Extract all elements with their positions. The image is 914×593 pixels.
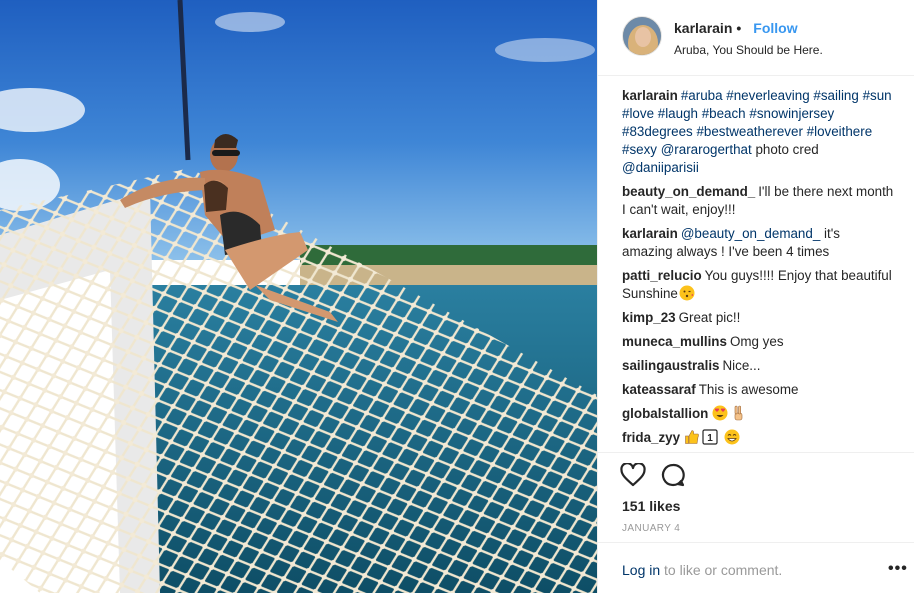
comment-username[interactable]: kimp_23 <box>622 310 676 325</box>
comment-text: photo cred <box>751 142 819 157</box>
comment-item: kateassaraf This is awesome <box>622 381 894 399</box>
login-link[interactable]: Log in <box>622 562 660 578</box>
comment-username[interactable]: karlarain <box>622 226 678 241</box>
comment-item: karlarain @beauty_on_demand_ it's amazing… <box>622 225 894 261</box>
post-side-panel: karlarain • Follow Aruba, You Should be He… <box>597 0 914 593</box>
hashtag-link[interactable]: @rararogerthat <box>661 142 752 157</box>
hashtag-link[interactable]: #83degrees <box>622 124 693 139</box>
comment-item: frida_zyy 1 <box>622 429 894 447</box>
comment-username[interactable]: globalstallion <box>622 406 708 421</box>
victory-hand-icon <box>730 405 746 421</box>
hashtag-link[interactable]: #laugh <box>658 106 698 121</box>
comment-text: Omg yes <box>729 334 784 349</box>
comment-text: Nice... <box>722 358 761 373</box>
post-photo-image <box>0 0 597 593</box>
hashtag-link[interactable]: #sailing <box>813 88 858 103</box>
comment-username[interactable]: muneca_mullins <box>622 334 727 349</box>
heart-eyes-face-icon <box>712 405 728 421</box>
comment-username[interactable]: kateassaraf <box>622 382 696 397</box>
instagram-post: karlarain • Follow Aruba, You Should be He… <box>0 0 914 593</box>
hashtag-link[interactable]: #neverleaving <box>726 88 809 103</box>
hashtag-link[interactable]: #aruba <box>681 88 723 103</box>
login-prompt-text: to like or comment. <box>660 562 783 578</box>
comment-username[interactable]: frida_zyy <box>622 430 680 445</box>
comment-item: beauty_on_demand_ I'll be there next mont… <box>622 183 894 219</box>
kiss-face-icon <box>679 285 695 301</box>
comment-item: sailingaustralis Nice... <box>622 357 894 375</box>
comment-text <box>719 430 723 445</box>
comment-item: kimp_23 Great pic!! <box>622 309 894 327</box>
keycap-1-icon: 1 <box>702 429 718 445</box>
comments-list: karlarain #aruba #neverleaving #sailing #… <box>622 87 894 453</box>
post-date[interactable]: JANUARY 4 <box>622 523 680 534</box>
location-link[interactable]: Aruba, You Should be Here. <box>674 43 823 57</box>
avatar-image <box>623 17 661 55</box>
login-prompt: Log in to like or comment. <box>622 562 782 578</box>
comment-item: muneca_mullins Omg yes <box>622 333 894 351</box>
post-photo[interactable] <box>0 0 597 593</box>
hashtag-link[interactable]: #sun <box>863 88 892 103</box>
hashtag-link[interactable]: @daniiparisii <box>622 160 699 175</box>
hashtag-link[interactable]: #loveithere <box>807 124 873 139</box>
heart-outline-icon[interactable] <box>620 462 648 489</box>
more-options-icon[interactable]: ••• <box>888 561 908 577</box>
avatar[interactable] <box>622 16 662 56</box>
action-bar: 151 likes JANUARY 4 <box>598 452 914 542</box>
comment-username[interactable]: patti_relucio <box>622 268 702 283</box>
post-footer: Log in to like or comment. ••• <box>598 542 914 593</box>
owner-username[interactable]: karlarain <box>674 20 732 36</box>
hashtag-link[interactable]: #bestweatherever <box>696 124 802 139</box>
comment-text: This is awesome <box>698 382 799 397</box>
hashtag-link[interactable]: #snowinjersey <box>749 106 834 121</box>
speech-bubble-icon[interactable] <box>660 463 688 489</box>
hashtag-link[interactable]: #beach <box>702 106 746 121</box>
hashtag-link[interactable]: #sexy <box>622 142 657 157</box>
hashtag-link[interactable]: #love <box>622 106 654 121</box>
owner-line: karlarain • Follow <box>674 20 798 36</box>
svg-text:1: 1 <box>707 433 713 444</box>
likes-count[interactable]: 151 likes <box>622 498 680 514</box>
comment-item: globalstallion <box>622 405 894 423</box>
post-header: karlarain • Follow Aruba, You Should be He… <box>598 0 914 76</box>
thumbs-up-icon <box>684 429 700 445</box>
follow-button[interactable]: Follow <box>753 20 797 36</box>
separator-dot: • <box>736 20 742 36</box>
comment-username[interactable]: sailingaustralis <box>622 358 720 373</box>
caption-username[interactable]: karlarain <box>622 88 678 103</box>
comment-username[interactable]: beauty_on_demand_ <box>622 184 755 199</box>
caption: karlarain #aruba #neverleaving #sailing #… <box>622 87 894 177</box>
grin-face-icon <box>724 429 740 445</box>
comment-item: patti_relucio You guys!!!! Enjoy that bea… <box>622 267 894 303</box>
hashtag-link[interactable]: @beauty_on_demand_ <box>681 226 820 241</box>
comment-text: Great pic!! <box>678 310 741 325</box>
